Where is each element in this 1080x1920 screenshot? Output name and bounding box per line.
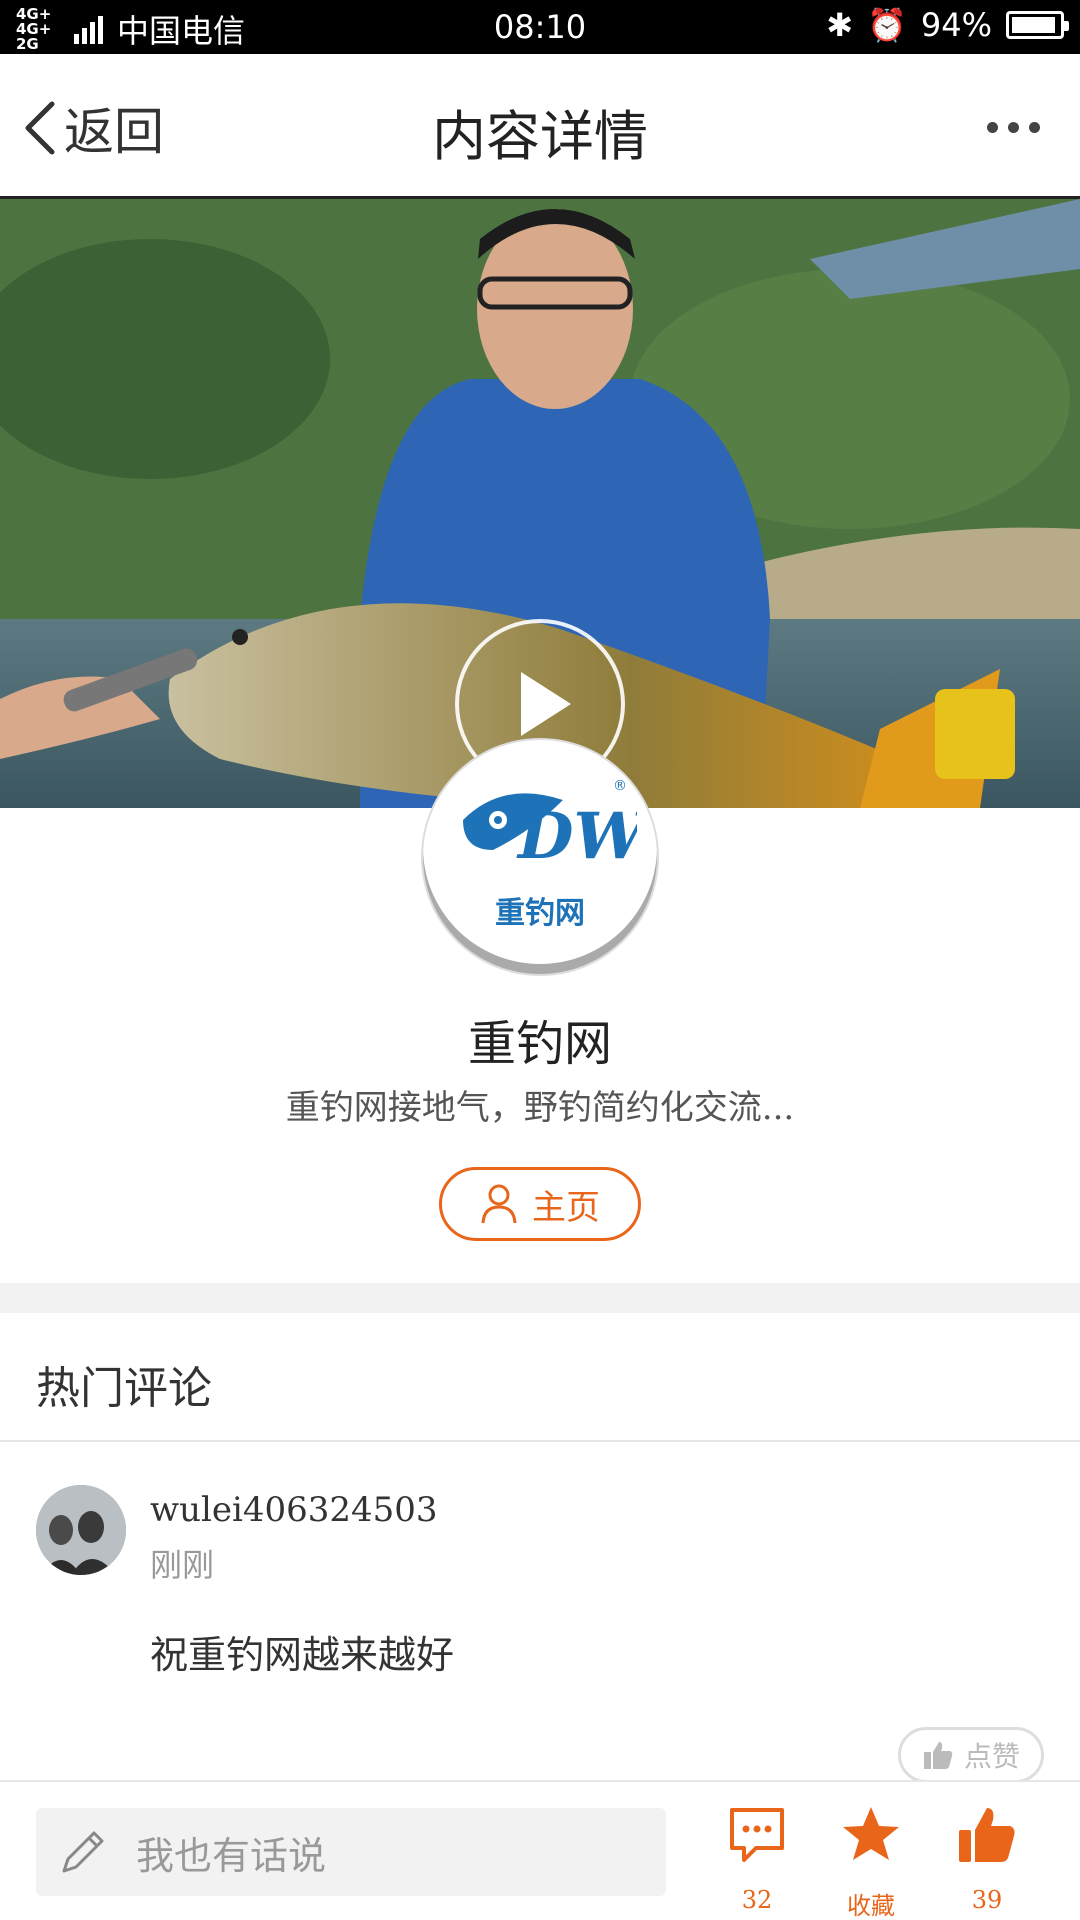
thumbs-up-icon — [959, 1808, 1015, 1862]
comment-time: 刚刚 — [150, 1546, 215, 1584]
divider — [0, 1440, 1080, 1442]
avatar[interactable] — [36, 1485, 126, 1575]
user-icon — [481, 1184, 517, 1224]
thumbs-up-icon — [923, 1742, 953, 1769]
bottom-bar: 我也有话说 32 收藏 39 — [0, 1780, 1080, 1920]
comment-like-button[interactable]: 点赞 — [898, 1727, 1044, 1783]
comment-username[interactable]: wulei406324503 — [150, 1490, 438, 1530]
page-title: 内容详情 — [432, 105, 648, 168]
bluetooth-icon: ✱ — [826, 6, 854, 44]
comment-count: 32 — [741, 1886, 773, 1914]
status-right: ✱ ⏰ 94% — [826, 6, 1069, 44]
comment-text: 祝重钓网越来越好 — [150, 1633, 455, 1677]
like-button[interactable]: 39 — [942, 1804, 1032, 1914]
alarm-icon: ⏰ — [867, 6, 907, 44]
favorite-button[interactable]: 收藏 — [826, 1804, 916, 1920]
battery-icon — [1006, 11, 1069, 39]
channel-logo: DW ® 重钓网 — [423, 740, 657, 974]
comment-bubble-icon — [730, 1808, 784, 1862]
status-bar: 4G+ 4G+ 2G 中国电信 08:10 ✱ ⏰ 94% — [0, 0, 1080, 54]
star-icon — [843, 1807, 899, 1860]
svg-text:®: ® — [613, 778, 627, 794]
nav-bar: 返回 内容详情 — [0, 54, 1080, 199]
battery-percent: 94% — [920, 6, 992, 44]
svg-text:DW: DW — [516, 799, 637, 874]
video-player[interactable] — [0, 199, 1080, 808]
logo-text: 重钓网 — [495, 896, 585, 931]
like-count: 39 — [971, 1886, 1003, 1914]
pencil-icon — [62, 1831, 104, 1873]
channel-description: 重钓网接地气，野钓简约化交流... — [285, 1088, 795, 1128]
channel-name[interactable]: 重钓网 — [0, 1004, 1080, 1074]
favorite-label: 收藏 — [847, 1892, 895, 1920]
comment-like-label: 点赞 — [963, 1740, 1020, 1773]
avatar-image — [36, 1485, 126, 1575]
home-button[interactable]: 主页 — [439, 1167, 641, 1241]
section-divider — [0, 1283, 1080, 1313]
comments-button[interactable]: 32 — [712, 1804, 802, 1914]
comment-input[interactable]: 我也有话说 — [36, 1808, 666, 1896]
comment-input-placeholder: 我也有话说 — [136, 1833, 327, 1878]
home-button-label: 主页 — [532, 1187, 600, 1228]
more-dots-icon[interactable] — [987, 122, 1040, 133]
comments-section-title: 热门评论 — [36, 1363, 212, 1414]
